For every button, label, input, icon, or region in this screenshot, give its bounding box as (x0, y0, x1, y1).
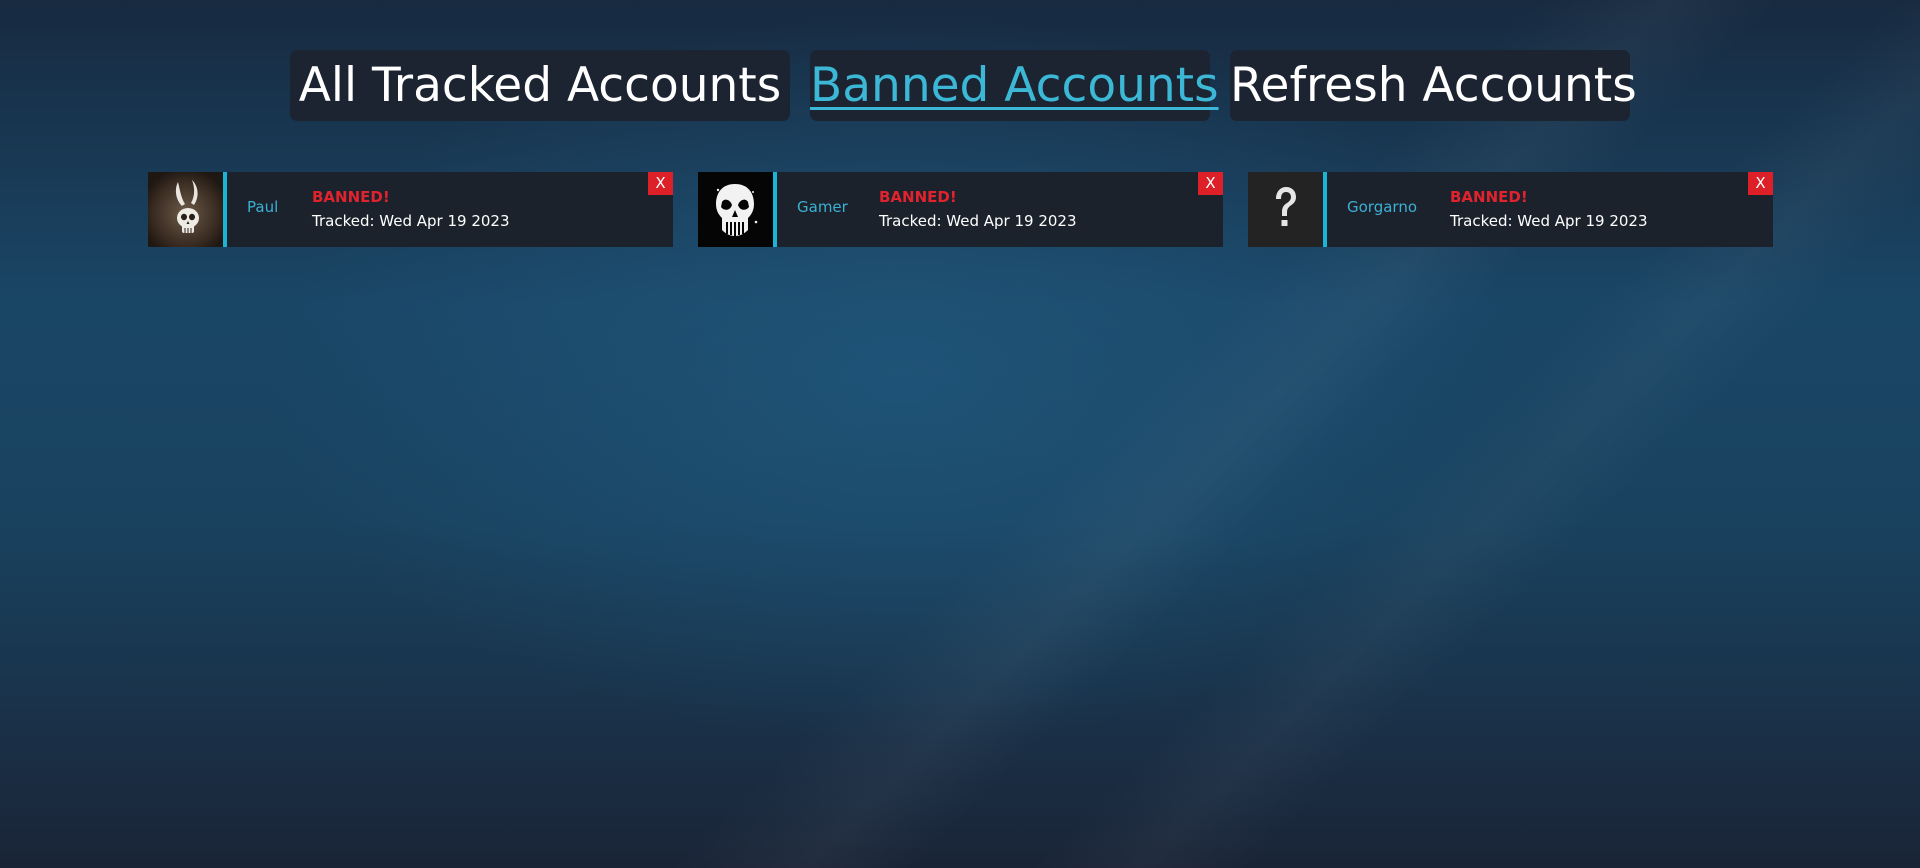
tracked-date: Tracked: Wed Apr 19 2023 (312, 212, 510, 230)
account-card: Paul BANNED! Tracked: Wed Apr 19 2023 X (148, 172, 673, 247)
account-name-link[interactable]: Gorgarno (1347, 198, 1417, 216)
card-accent-bar (1323, 172, 1327, 247)
card-accent-bar (223, 172, 227, 247)
account-name-link[interactable]: Paul (247, 198, 278, 216)
account-card: Gorgarno BANNED! Tracked: Wed Apr 19 202… (1248, 172, 1773, 247)
remove-account-button[interactable]: X (1198, 172, 1223, 195)
card-accent-bar (773, 172, 777, 247)
tracked-date: Tracked: Wed Apr 19 2023 (879, 212, 1077, 230)
tracked-date: Tracked: Wed Apr 19 2023 (1450, 212, 1648, 230)
account-card: Gamer BANNED! Tracked: Wed Apr 19 2023 X (698, 172, 1223, 247)
account-name-link[interactable]: Gamer (797, 198, 848, 216)
all-tracked-accounts-button[interactable]: All Tracked Accounts (290, 50, 790, 121)
ban-status: BANNED! (312, 188, 390, 206)
top-navigation: All Tracked Accounts Banned Accounts Ref… (0, 50, 1920, 122)
remove-account-button[interactable]: X (648, 172, 673, 195)
refresh-accounts-button[interactable]: Refresh Accounts (1230, 50, 1637, 121)
question-mark-avatar[interactable] (1248, 172, 1323, 247)
banned-accounts-button[interactable]: Banned Accounts (810, 50, 1219, 121)
ban-status: BANNED! (1450, 188, 1528, 206)
punisher-skull-avatar[interactable] (698, 172, 773, 247)
ban-status: BANNED! (879, 188, 957, 206)
remove-account-button[interactable]: X (1748, 172, 1773, 195)
rabbit-skull-avatar[interactable] (148, 172, 223, 247)
background-streaks (0, 0, 1920, 868)
